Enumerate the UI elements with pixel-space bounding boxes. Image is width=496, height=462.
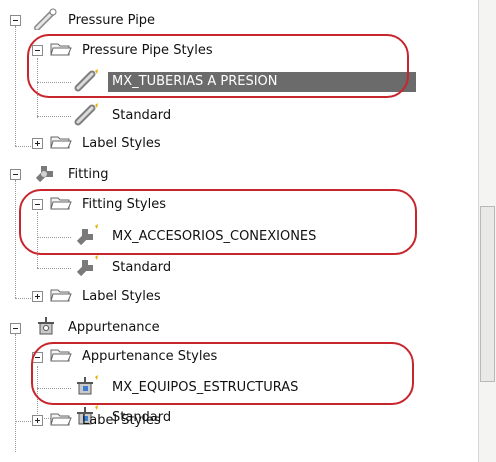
tree-node-label-styles[interactable]: Label Styles — [50, 285, 165, 309]
tree-node-fitting[interactable]: Fitting — [34, 163, 112, 187]
tree-node-pressure-pipe[interactable]: Pressure Pipe — [34, 8, 159, 34]
folder-icon — [50, 411, 72, 431]
tree-node-style-standard-fitting[interactable]: Standard — [74, 254, 175, 282]
node-label: Fitting — [68, 167, 109, 182]
node-label: Pressure Pipe — [68, 13, 156, 28]
pipe-style-icon — [74, 102, 102, 130]
collapse-fitting-toggle[interactable] — [10, 169, 21, 180]
tree-node-label-styles[interactable]: Label Styles — [50, 132, 165, 156]
pressure-pipe-icon — [34, 8, 58, 34]
expand-label-styles-toggle[interactable] — [32, 291, 43, 302]
fitting-icon — [34, 162, 58, 188]
scrollbar-thumb[interactable] — [480, 206, 495, 382]
node-label: Label Styles — [82, 413, 161, 428]
appurtenance-icon — [34, 315, 58, 341]
expand-label-styles-toggle[interactable] — [32, 138, 43, 149]
highlight-callout — [31, 342, 414, 405]
folder-icon — [50, 134, 72, 154]
style-tree: Pressure Pipe Pressure Pipe Styles MX_TU… — [0, 0, 478, 462]
collapse-appurtenance-toggle[interactable] — [10, 323, 21, 334]
tree-node-appurtenance[interactable]: Appurtenance — [34, 316, 164, 340]
tree-node-style-standard-pipe[interactable]: Standard — [74, 102, 175, 130]
node-label: Label Styles — [82, 289, 161, 304]
node-label: Appurtenance — [68, 320, 160, 335]
fitting-style-icon — [74, 254, 102, 282]
collapse-pressure-pipe-toggle[interactable] — [10, 15, 21, 26]
tree-node-label-styles[interactable]: Label Styles — [50, 409, 165, 433]
node-label: Standard — [112, 260, 172, 275]
expand-label-styles-toggle[interactable] — [32, 415, 43, 426]
node-label: Label Styles — [82, 136, 161, 151]
folder-icon — [50, 287, 72, 307]
highlight-callout — [27, 34, 409, 98]
highlight-callout — [19, 189, 417, 255]
node-label: Standard — [112, 108, 172, 123]
